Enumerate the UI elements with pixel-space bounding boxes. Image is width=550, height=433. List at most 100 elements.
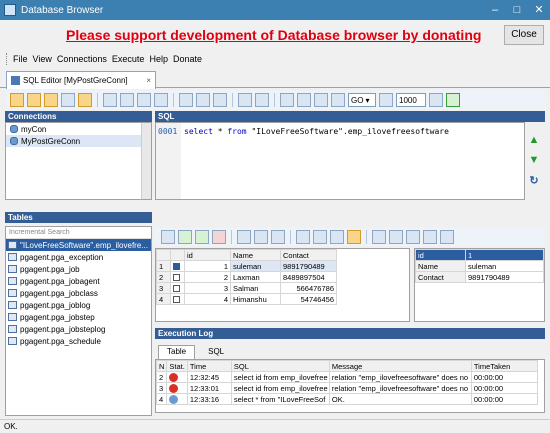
tab-table[interactable]: Table — [158, 345, 196, 359]
sql-editor[interactable]: 0001 select * from "ILoveFreeSoftware".e… — [155, 122, 525, 200]
arrow-up-icon[interactable]: ▲ — [527, 133, 541, 147]
column-header[interactable]: id — [184, 249, 231, 261]
view-record-icon[interactable] — [347, 230, 361, 244]
replace-icon[interactable] — [314, 93, 328, 107]
cell-contact[interactable]: 54746456 — [280, 293, 337, 305]
table-item[interactable]: "ILoveFreeSoftware".emp_ilovefre... — [6, 239, 151, 251]
close-button[interactable]: Close — [504, 25, 544, 45]
table-row[interactable]: 2 2 Laxman 8489897504 — [156, 271, 337, 283]
column-header[interactable]: Name — [230, 249, 281, 261]
menu-view[interactable]: View — [33, 54, 52, 64]
maximize-icon[interactable]: □ — [506, 0, 528, 20]
list-item[interactable]: myCon — [6, 123, 151, 135]
record-row[interactable]: Contact 9891790489 — [415, 271, 544, 283]
close-window-icon[interactable]: ✕ — [528, 0, 550, 20]
column-header[interactable]: SQL — [230, 360, 330, 372]
redo-icon[interactable] — [255, 93, 269, 107]
cell-contact[interactable]: 8489897504 — [280, 271, 337, 283]
refresh-icon[interactable] — [61, 93, 75, 107]
table-row[interactable]: 1 1 suleman 9891790489 — [156, 260, 337, 272]
row-checkbox[interactable] — [170, 282, 185, 294]
print-preview-icon[interactable] — [271, 230, 285, 244]
table-item[interactable]: pgagent.pga_joblog — [6, 299, 151, 311]
new-query-icon[interactable] — [78, 93, 92, 107]
table-item[interactable]: pgagent.pga_schedule — [6, 335, 151, 347]
find-next-icon[interactable] — [297, 93, 311, 107]
record-value[interactable]: 1 — [465, 249, 544, 261]
table-item[interactable]: pgagent.pga_jobstep — [6, 311, 151, 323]
users-icon[interactable] — [440, 230, 454, 244]
delete-row-icon[interactable] — [212, 230, 226, 244]
cell-id[interactable]: 2 — [184, 271, 231, 283]
save-icon[interactable] — [120, 93, 134, 107]
tab-sql-editor[interactable]: SQL Editor [MyPostGreConn] × — [6, 71, 156, 89]
table-item[interactable]: pgagent.pga_jobagent — [6, 275, 151, 287]
execute-icon[interactable] — [446, 93, 460, 107]
view-form-icon[interactable] — [313, 230, 327, 244]
refresh-icon[interactable]: ↻ — [527, 173, 541, 187]
view-text-icon[interactable] — [330, 230, 344, 244]
database-icon[interactable] — [27, 93, 41, 107]
column-header[interactable]: Time — [186, 360, 232, 372]
cell-id[interactable]: 4 — [184, 293, 231, 305]
execution-log-table[interactable]: N Stat. Time SQL Message TimeTaken 2 12:… — [155, 359, 545, 413]
row-checkbox[interactable] — [170, 260, 185, 272]
print-icon[interactable] — [254, 230, 268, 244]
cut-icon[interactable] — [179, 93, 193, 107]
column-header[interactable]: Contact — [280, 249, 337, 261]
chart-icon[interactable] — [406, 230, 420, 244]
table-row[interactable]: 3 3 Salman 566476786 — [156, 282, 337, 294]
print-preview-icon[interactable] — [154, 93, 168, 107]
paste-icon[interactable] — [213, 93, 227, 107]
copy-icon[interactable] — [196, 93, 210, 107]
table-item[interactable]: pgagent.pga_exception — [6, 251, 151, 263]
arrow-down-icon[interactable]: ▼ — [527, 153, 541, 167]
record-value[interactable]: 9891790489 — [465, 271, 544, 283]
column-header[interactable]: Message — [328, 360, 472, 372]
limit-icon[interactable] — [429, 93, 443, 107]
close-tab-icon[interactable]: × — [146, 76, 151, 85]
cell-contact[interactable]: 566476786 — [280, 282, 337, 294]
find-icon[interactable] — [280, 93, 294, 107]
refresh-grid-icon[interactable] — [161, 230, 175, 244]
print-icon[interactable] — [137, 93, 151, 107]
disconnect-icon[interactable] — [44, 93, 58, 107]
import-icon[interactable] — [389, 230, 403, 244]
cell-contact[interactable]: 9891790489 — [280, 260, 337, 272]
open-folder-icon[interactable] — [103, 93, 117, 107]
table-row[interactable]: 3 12:33:01 select id from emp_ilovefree … — [155, 382, 538, 394]
cell-id[interactable]: 1 — [184, 260, 231, 272]
list-item[interactable]: MyPostGreConn — [6, 135, 151, 147]
menu-execute[interactable]: Execute — [112, 54, 145, 64]
cell-id[interactable]: 3 — [184, 282, 231, 294]
table-item[interactable]: pgagent.pga_jobclass — [6, 287, 151, 299]
cell-name[interactable]: suleman — [230, 260, 281, 272]
row-checkbox[interactable] — [170, 293, 185, 305]
column-header[interactable]: N — [155, 360, 168, 372]
view-grid-icon[interactable] — [296, 230, 310, 244]
menu-donate[interactable]: Donate — [173, 54, 202, 64]
tab-sql[interactable]: SQL — [199, 345, 233, 359]
clear-icon[interactable] — [331, 93, 345, 107]
row-limit-input[interactable]: 1000 — [396, 93, 426, 107]
go-select[interactable]: GO ▾ — [348, 93, 376, 107]
minimize-icon[interactable]: – — [484, 0, 506, 20]
cell-name[interactable]: Salman — [230, 282, 281, 294]
table-row[interactable]: 4 4 Himanshu 54746456 — [156, 293, 337, 305]
cell-name[interactable]: Himanshu — [230, 293, 281, 305]
results-grid[interactable]: id Name Contact 1 1 suleman 9891790489 2… — [155, 248, 410, 322]
connect-icon[interactable] — [10, 93, 24, 107]
donate-banner-link[interactable]: Please support development of Database b… — [66, 27, 481, 43]
table-item[interactable]: pgagent.pga_jobsteplog — [6, 323, 151, 335]
menu-help[interactable]: Help — [149, 54, 168, 64]
incremental-search-input[interactable]: Incremental Search — [6, 227, 151, 239]
export-icon[interactable] — [372, 230, 386, 244]
column-header[interactable]: Stat. — [166, 360, 188, 372]
horizontal-splitter[interactable] — [5, 204, 546, 209]
record-value[interactable]: suleman — [465, 260, 544, 272]
confirm-icon[interactable] — [195, 230, 209, 244]
table-row[interactable]: 2 12:32:45 select id from emp_ilovefree … — [155, 371, 538, 383]
record-row[interactable]: Name suleman — [415, 260, 544, 272]
rows-icon[interactable] — [379, 93, 393, 107]
menu-file[interactable]: File — [13, 54, 28, 64]
